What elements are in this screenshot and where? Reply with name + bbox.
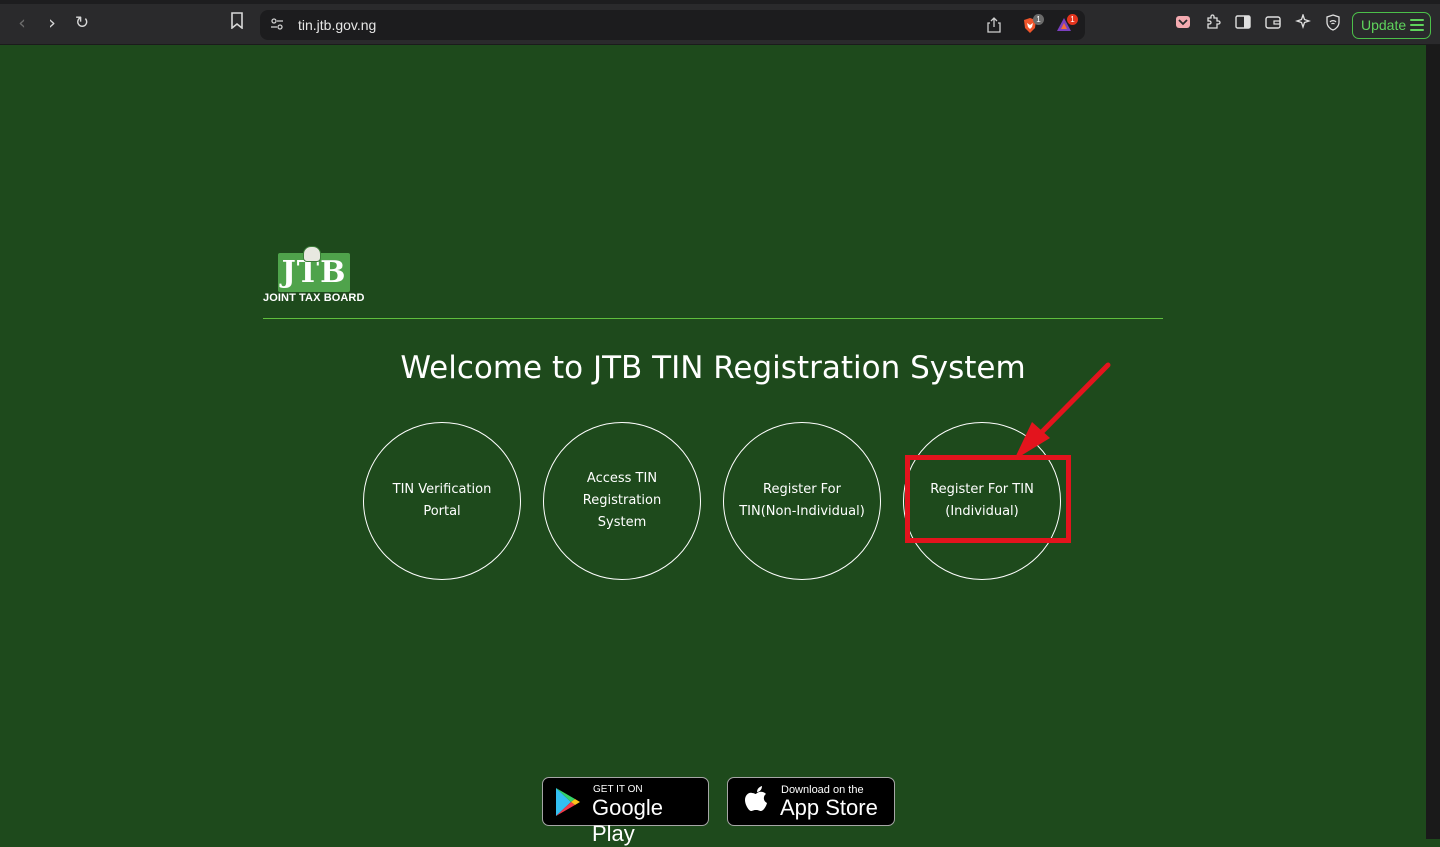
- sidebar-icon[interactable]: [1233, 14, 1253, 34]
- update-button[interactable]: Update: [1352, 12, 1431, 39]
- leo-ai-icon[interactable]: [1293, 12, 1313, 34]
- wallet-icon[interactable]: [1263, 14, 1283, 34]
- url-text[interactable]: tin.jtb.gov.ng: [298, 10, 376, 40]
- rewards-count-badge: 1: [1067, 14, 1078, 25]
- option-label: Access TIN Registration System: [582, 471, 662, 530]
- app-store-button[interactable]: Download on the App Store: [727, 777, 895, 826]
- back-icon[interactable]: ‹: [11, 12, 33, 34]
- extensions-icon[interactable]: [1203, 14, 1223, 34]
- google-play-big-text: Google Play: [592, 795, 663, 846]
- access-tin-registration-button[interactable]: Access TIN Registration System: [543, 422, 701, 580]
- site-settings-icon[interactable]: [269, 17, 285, 33]
- logo-caption: JOINT TAX BOARD: [263, 292, 365, 304]
- shields-count-badge: 1: [1033, 14, 1044, 25]
- window-edge: [1426, 45, 1440, 839]
- google-play-button[interactable]: GET IT ON Google Play: [542, 777, 709, 846]
- bookmark-icon[interactable]: [226, 12, 248, 34]
- annotation-arrow-icon: [1014, 362, 1111, 460]
- forward-icon[interactable]: ›: [41, 12, 63, 34]
- tin-verification-portal-button[interactable]: TIN Verification Portal: [363, 422, 521, 580]
- google-play-icon: [556, 788, 580, 816]
- pocket-icon[interactable]: [1173, 14, 1193, 34]
- browser-toolbar: ‹ › ↻ tin.jtb.gov.ng 1 1 Update: [0, 0, 1440, 45]
- header-divider: [263, 318, 1163, 319]
- menu-icon: [1410, 19, 1424, 34]
- option-label: Register For TIN(Non-Individual): [739, 482, 865, 519]
- register-non-individual-button[interactable]: Register For TIN(Non-Individual): [723, 422, 881, 580]
- reload-icon[interactable]: ↻: [71, 12, 93, 34]
- share-icon[interactable]: [986, 17, 1002, 33]
- highlight-box: [905, 455, 1071, 543]
- option-label: TIN Verification Portal: [392, 482, 492, 519]
- tab-strip: [0, 0, 1440, 4]
- update-label: Update: [1361, 17, 1407, 33]
- google-play-small-text: GET IT ON: [593, 784, 643, 795]
- vpn-shield-icon[interactable]: [1323, 14, 1343, 34]
- apple-icon: [745, 786, 767, 811]
- app-store-big-text: App Store: [780, 795, 878, 820]
- address-bar[interactable]: tin.jtb.gov.ng 1 1: [260, 10, 1085, 40]
- coat-of-arms-icon: [303, 246, 321, 262]
